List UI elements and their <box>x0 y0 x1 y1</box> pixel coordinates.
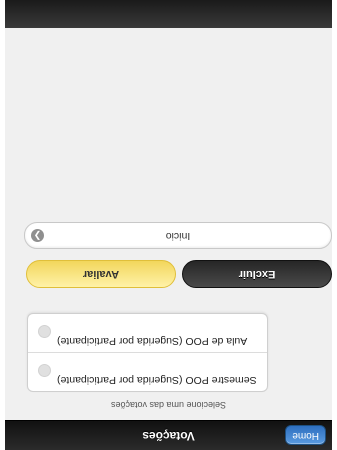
page-title: Votações <box>142 429 195 443</box>
app-page: Home Votações Selecione uma das votações… <box>5 0 332 450</box>
breadcrumb-label: Inicio <box>165 230 191 242</box>
selection-hint: Selecione uma das votações <box>110 400 227 410</box>
back-arrow-icon[interactable]: ❯ <box>31 229 44 242</box>
excluir-button[interactable]: Excluir <box>182 260 332 288</box>
list-item[interactable]: Semestre POO (Sugerida por Participante) <box>28 352 267 391</box>
list-item-label: Aula de POO (Sugerida por Participante) <box>57 335 248 347</box>
radio-button[interactable] <box>38 325 51 338</box>
avaliar-button[interactable]: Avaliar <box>26 260 176 288</box>
screen: Home Votações Selecione uma das votações… <box>0 0 337 450</box>
radio-button[interactable] <box>38 364 51 377</box>
list-item-label: Semestre POO (Sugerida por Participante) <box>57 374 257 386</box>
header-bar: Home Votações <box>5 420 332 450</box>
rotated-view: Home Votações Selecione uma das votações… <box>0 0 337 450</box>
voting-list: Semestre POO (Sugerida por Participante)… <box>27 313 268 392</box>
list-item[interactable]: Aula de POO (Sugerida por Participante) <box>28 314 267 352</box>
footer-bar <box>5 0 332 28</box>
breadcrumb-bar: Inicio ❯ <box>24 222 332 249</box>
